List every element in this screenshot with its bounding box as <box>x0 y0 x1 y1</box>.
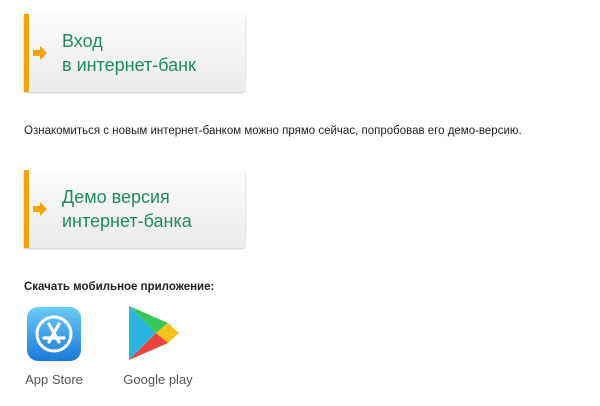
login-label-line2: в интернет-банк <box>62 55 196 75</box>
demo-button-label: Демо версия интернет-банка <box>62 185 192 233</box>
arrow-right-icon <box>33 202 47 216</box>
login-button-label: Вход в интернет-банк <box>62 29 196 77</box>
accent-stripe <box>24 14 29 92</box>
demo-label-line1: Демо версия <box>62 187 170 207</box>
demo-info-text: Ознакомиться с новым интернет-банком мож… <box>24 125 522 137</box>
internet-bank-login-button[interactable]: Вход в интернет-банк <box>24 14 245 92</box>
demo-version-button[interactable]: Демо версия интернет-банка <box>24 170 245 248</box>
login-label-line1: Вход <box>62 31 103 51</box>
app-store-icon <box>27 307 81 361</box>
demo-label-line2: интернет-банка <box>62 211 192 231</box>
arrow-right-icon <box>33 46 47 60</box>
download-app-title: Скачать мобильное приложение: <box>24 281 215 293</box>
accent-stripe <box>24 170 29 248</box>
google-play-label: Google play <box>123 372 193 387</box>
google-play-icon <box>129 306 179 360</box>
app-store-label: App Store <box>25 372 83 387</box>
